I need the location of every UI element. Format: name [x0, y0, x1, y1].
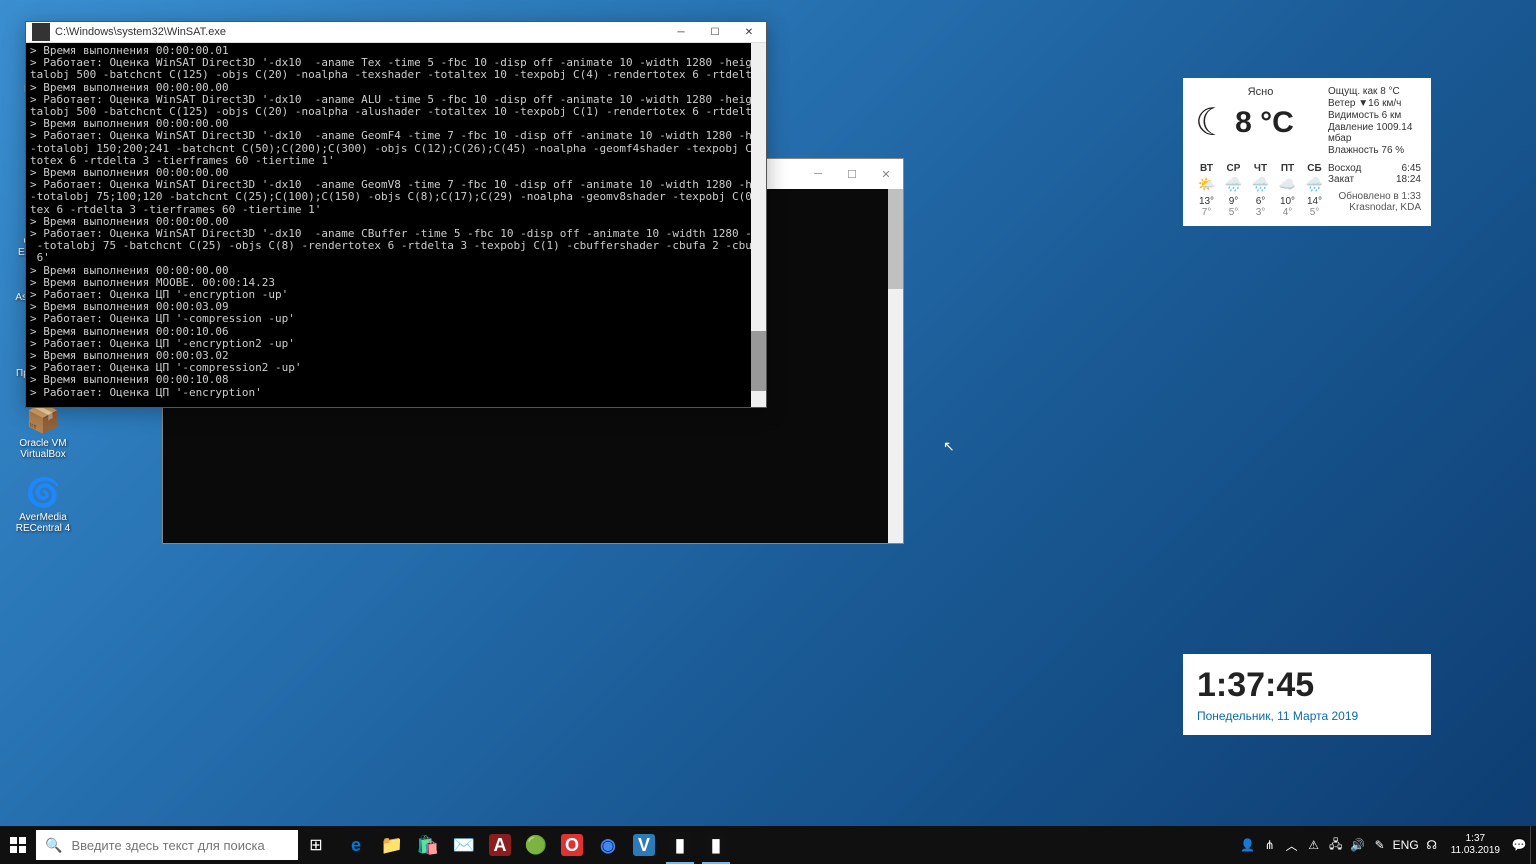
taskbar-app-app-x[interactable]: 🟢	[518, 826, 554, 864]
moon-icon: ☾	[1195, 100, 1229, 145]
weather-condition: Ясно	[1193, 86, 1328, 98]
search-icon: 🔍	[45, 837, 62, 854]
taskbar-app-vscode[interactable]: V	[626, 826, 662, 864]
temperature: 8 °C	[1235, 106, 1294, 140]
scrollbar-thumb[interactable]	[751, 331, 766, 391]
maximize-button[interactable]: ☐	[835, 160, 869, 188]
maximize-button[interactable]: ☐	[698, 22, 732, 42]
sunset-label: Закат	[1328, 174, 1354, 185]
sunrise-value: 6:45	[1402, 163, 1421, 174]
close-button[interactable]: ✕	[869, 160, 903, 188]
taskbar-clock[interactable]: 1:37 11.03.2019	[1443, 833, 1508, 857]
sunset-value: 18:24	[1396, 174, 1421, 185]
weather-icon: 🌧️	[1301, 176, 1328, 194]
taskbar-apps: e 📁 🛍️ ✉️ A 🟢 O ◉ V ▮ ▮	[338, 826, 734, 864]
taskbar[interactable]: 🔍 ⊞ e 📁 🛍️ ✉️ A 🟢 O ◉ V ▮ ▮ 👤⋔︿⚠🖧🔊✎ENG☊ 1:37 11.03…	[0, 826, 1536, 864]
app-icon	[32, 23, 50, 41]
tray-avatar-icon[interactable]: 👤	[1237, 826, 1259, 864]
taskbar-app-edge[interactable]: e	[338, 826, 374, 864]
wind: Ветер ▼16 км/ч	[1328, 98, 1421, 109]
feels-like: Ощущ. как 8 °C	[1328, 86, 1421, 97]
taskbar-app-app-a[interactable]: A	[482, 826, 518, 864]
minimize-button[interactable]: ─	[664, 22, 698, 42]
cmd1-icon: ▮	[669, 834, 691, 856]
tray-people-icon[interactable]: ⋔	[1259, 826, 1281, 864]
weather-icon: 🌧️	[1247, 176, 1274, 194]
search-box[interactable]: 🔍	[36, 830, 298, 860]
resize-grip[interactable]	[888, 531, 903, 543]
scrollbar[interactable]	[751, 43, 766, 407]
minimize-button[interactable]: ─	[801, 160, 835, 188]
notifications-button[interactable]: 💬	[1508, 826, 1530, 864]
scrollbar-thumb[interactable]	[888, 189, 903, 289]
weather-widget[interactable]: Ясно ☾ 8 °C Ощущ. как 8 °C Ветер ▼16 км/…	[1183, 78, 1431, 226]
pressure: Давление 1009.14 мбар	[1328, 122, 1421, 144]
explorer-icon: 📁	[381, 834, 403, 856]
mail-icon: ✉️	[453, 834, 475, 856]
weather-icon: ☁️	[1274, 176, 1301, 194]
forecast-day[interactable]: ПТ☁️10°4°	[1274, 163, 1301, 218]
taskbar-app-explorer[interactable]: 📁	[374, 826, 410, 864]
start-button[interactable]	[0, 826, 36, 864]
forecast-days: ВТ🌤️13°7°СР🌧️9°5°ЧТ🌧️6°3°ПТ☁️10°4°СБ🌧️14…	[1193, 163, 1328, 218]
taskbar-app-opera[interactable]: O	[554, 826, 590, 864]
chrome-icon: ◉	[597, 834, 619, 856]
desktop-icon-avermedia[interactable]: 🌀AverMedia RECentral 4	[8, 474, 78, 534]
task-view-button[interactable]: ⊞	[298, 826, 334, 864]
tray-ime-icon[interactable]: ☊	[1421, 826, 1443, 864]
cursor-icon: ↖	[943, 438, 955, 455]
location: Krasnodar, KDA	[1328, 202, 1421, 213]
search-input[interactable]	[71, 838, 298, 853]
tray-lang-icon[interactable]: ENG	[1391, 826, 1421, 864]
icon-label: AverMedia RECentral 4	[8, 512, 78, 534]
tray-pen-icon[interactable]: ✎	[1369, 826, 1391, 864]
taskbar-app-cmd1[interactable]: ▮	[662, 826, 698, 864]
clock-date: Понедельник, 11 Марта 2019	[1197, 709, 1417, 723]
weather-icon: 🌧️	[1220, 176, 1247, 194]
clock-widget[interactable]: 1:37:45 Понедельник, 11 Марта 2019	[1183, 654, 1431, 735]
updated-at: Обновлено в 1:33	[1328, 191, 1421, 202]
tray-chevron-icon[interactable]: ︿	[1281, 826, 1303, 864]
taskbar-app-store[interactable]: 🛍️	[410, 826, 446, 864]
desktop-icon-virtualbox[interactable]: 📦Oracle VM VirtualBox	[8, 400, 78, 460]
humidity: Влажность 76 %	[1328, 145, 1421, 156]
store-icon: 🛍️	[417, 834, 439, 856]
tray-vol-icon[interactable]: 🔊	[1347, 826, 1369, 864]
cmd2-icon: ▮	[705, 834, 727, 856]
tray-net-icon[interactable]: 🖧	[1325, 826, 1347, 864]
clock-time: 1:37:45	[1197, 666, 1417, 705]
icon-label: Oracle VM VirtualBox	[8, 438, 78, 460]
app-a-icon: A	[489, 834, 511, 856]
tray-warn-icon[interactable]: ⚠	[1303, 826, 1325, 864]
forecast-day[interactable]: ВТ🌤️13°7°	[1193, 163, 1220, 218]
scrollbar[interactable]	[888, 189, 903, 531]
sunrise-label: Восход	[1328, 163, 1361, 174]
forecast-day[interactable]: СБ🌧️14°5°	[1301, 163, 1328, 218]
window-title: C:\Windows\system32\WinSAT.exe	[55, 26, 664, 38]
cmd-window-foreground[interactable]: C:\Windows\system32\WinSAT.exe ─ ☐ ✕ > В…	[25, 21, 767, 408]
weather-icon: 🌤️	[1193, 176, 1220, 194]
system-tray: 👤⋔︿⚠🖧🔊✎ENG☊ 1:37 11.03.2019 💬	[1237, 826, 1536, 864]
opera-icon: O	[561, 834, 583, 856]
edge-icon: e	[345, 834, 367, 856]
forecast-day[interactable]: СР🌧️9°5°	[1220, 163, 1247, 218]
forecast-day[interactable]: ЧТ🌧️6°3°	[1247, 163, 1274, 218]
show-desktop-button[interactable]	[1530, 826, 1536, 864]
app-x-icon: 🟢	[525, 834, 547, 856]
titlebar[interactable]: C:\Windows\system32\WinSAT.exe ─ ☐ ✕	[26, 22, 766, 43]
avermedia-icon: 🌀	[25, 474, 61, 510]
taskbar-app-mail[interactable]: ✉️	[446, 826, 482, 864]
vscode-icon: V	[633, 834, 655, 856]
visibility: Видимость 6 км	[1328, 110, 1421, 121]
console-output: > Время выполнения 00:00:00.01 > Работае…	[26, 43, 766, 407]
taskbar-app-chrome[interactable]: ◉	[590, 826, 626, 864]
close-button[interactable]: ✕	[732, 22, 766, 42]
windows-icon	[10, 837, 26, 853]
taskbar-app-cmd2[interactable]: ▮	[698, 826, 734, 864]
